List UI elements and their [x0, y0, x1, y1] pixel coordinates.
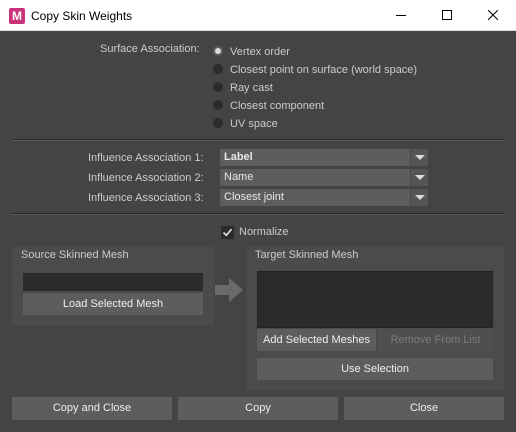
chevron-down-icon [410, 149, 428, 166]
maximize-button[interactable] [424, 0, 470, 31]
radio-uv-space[interactable] [213, 118, 223, 128]
radio-label-vertex-order[interactable]: Vertex order [230, 46, 290, 58]
radio-closest-component[interactable] [213, 100, 223, 110]
target-mesh-list[interactable] [257, 271, 493, 328]
close-icon [488, 10, 498, 20]
source-mesh-title: Source Skinned Mesh [21, 249, 129, 261]
influence-value-3: Closest joint [224, 191, 284, 203]
influence-dropdown-3[interactable]: Closest joint [220, 189, 428, 206]
radio-label-closest-component[interactable]: Closest component [230, 100, 324, 112]
influence-label-3: Influence Association 3: [88, 192, 204, 204]
checkmark-icon [222, 228, 233, 237]
influence-value-1: Label [224, 151, 253, 163]
influence-label-1: Influence Association 1: [88, 152, 204, 164]
target-mesh-title: Target Skinned Mesh [255, 249, 359, 261]
separator [12, 139, 504, 141]
use-selection-button[interactable]: Use Selection [257, 358, 493, 380]
influence-dropdown-1[interactable]: Label [220, 149, 428, 166]
chevron-down-icon [410, 169, 428, 186]
influence-label-2: Influence Association 2: [88, 172, 204, 184]
copy-button[interactable]: Copy [178, 397, 338, 420]
radio-closest-point[interactable] [213, 64, 223, 74]
radio-vertex-order[interactable] [213, 46, 223, 56]
radio-label-closest-point[interactable]: Closest point on surface (world space) [230, 64, 417, 76]
radio-label-ray-cast[interactable]: Ray cast [230, 82, 273, 94]
radio-ray-cast[interactable] [213, 82, 223, 92]
separator [12, 213, 504, 215]
maximize-icon [442, 10, 452, 20]
remove-from-list-button[interactable]: Remove From List [378, 329, 493, 351]
radio-label-uv-space[interactable]: UV space [230, 118, 278, 130]
normalize-label[interactable]: Normalize [239, 226, 289, 238]
surface-association-label: Surface Association: [100, 43, 200, 55]
chevron-down-icon [410, 189, 428, 206]
close-button[interactable]: Close [344, 397, 504, 420]
load-selected-mesh-button[interactable]: Load Selected Mesh [23, 293, 203, 315]
influence-dropdown-2[interactable]: Name [220, 169, 428, 186]
minimize-icon [396, 15, 406, 16]
window-title: Copy Skin Weights [31, 9, 133, 23]
arrow-right-icon [215, 278, 243, 302]
add-selected-meshes-button[interactable]: Add Selected Meshes [257, 329, 376, 351]
minimize-button[interactable] [378, 0, 424, 31]
influence-value-2: Name [224, 171, 254, 183]
close-window-button[interactable] [470, 0, 516, 31]
normalize-checkbox[interactable] [221, 226, 234, 239]
copy-and-close-button[interactable]: Copy and Close [12, 397, 172, 420]
maya-logo-icon: M [9, 8, 25, 24]
source-mesh-field[interactable] [23, 273, 203, 291]
title-bar: M Copy Skin Weights [0, 0, 516, 31]
